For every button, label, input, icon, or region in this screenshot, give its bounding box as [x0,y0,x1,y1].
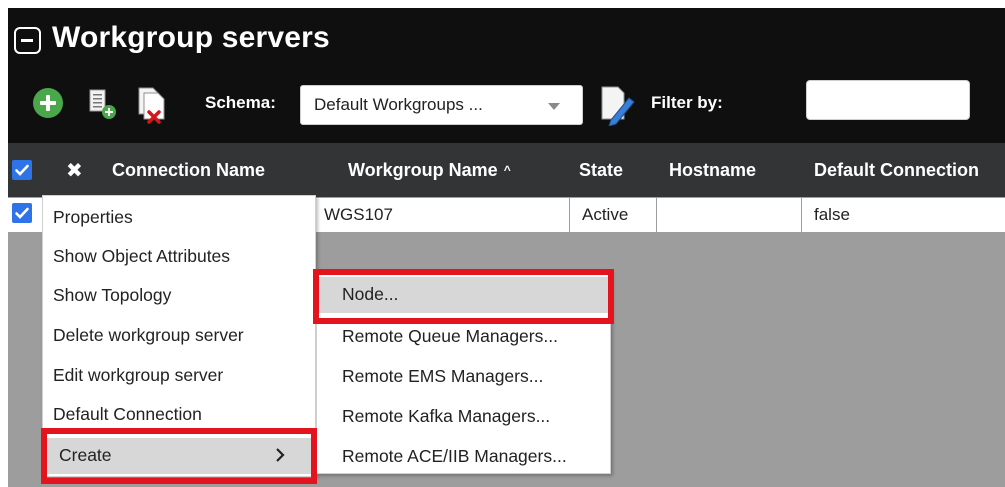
filter-label: Filter by: [651,93,723,112]
column-header-hostname[interactable]: Hostname [669,160,756,181]
edit-schema-icon[interactable] [598,84,638,126]
chevron-right-icon [276,448,285,462]
add-server-icon[interactable] [87,87,121,121]
row-checkbox[interactable] [12,203,32,223]
submenu-item-remote-queue-managers[interactable]: Remote Queue Managers... [317,319,610,355]
delete-server-icon[interactable] [135,85,173,125]
close-icon[interactable]: ✖ [66,158,83,183]
context-menu: Properties Show Object Attributes Show T… [42,195,316,477]
submenu-item-remote-ace-iib-managers[interactable]: Remote ACE/IIB Managers... [317,439,610,475]
schema-label: Schema: [205,93,276,112]
schema-selected-value: Default Workgroups ... [314,95,483,114]
cell-workgroup-name: WGS107 [312,198,570,232]
column-header-workgroup-name[interactable]: Workgroup Name ^ [348,160,511,181]
cell-state: Active [570,198,657,232]
column-header-state[interactable]: State [579,160,623,181]
menu-item-default-connection[interactable]: Default Connection [43,397,315,433]
column-header-default-connection[interactable]: Default Connection [814,160,979,181]
select-all-checkbox[interactable] [12,160,32,180]
filter-input[interactable] [806,80,970,120]
column-header-row: Connection Name Workgroup Name ^ State Ho… [8,143,1005,197]
menu-item-edit-workgroup-server[interactable]: Edit workgroup server [43,358,315,394]
chevron-down-icon [548,103,560,110]
minus-square-icon[interactable] [14,27,41,54]
menu-item-create-label: Create [59,445,112,465]
sort-ascending-icon: ^ [503,163,511,177]
submenu-item-node[interactable]: Node... [317,277,610,313]
menu-item-properties[interactable]: Properties [43,200,315,236]
menu-item-show-topology[interactable]: Show Topology [43,278,315,314]
cell-hostname [657,198,802,232]
menu-item-create[interactable]: Create [43,438,315,474]
page-title: Workgroup servers [52,21,330,54]
submenu-item-remote-ems-managers[interactable]: Remote EMS Managers... [317,359,610,395]
create-submenu: Node... Remote Queue Managers... Remote … [316,270,611,474]
column-header-workgroup-name-label: Workgroup Name [348,160,498,180]
schema-dropdown[interactable]: Default Workgroups ... [300,85,583,125]
menu-item-show-object-attributes[interactable]: Show Object Attributes [43,239,315,275]
column-header-connection-name[interactable]: Connection Name [112,160,265,181]
submenu-item-remote-kafka-managers[interactable]: Remote Kafka Managers... [317,399,610,435]
menu-item-delete-workgroup-server[interactable]: Delete workgroup server [43,318,315,354]
add-circle-icon[interactable] [33,88,63,118]
cell-default-connection: false [814,205,850,224]
